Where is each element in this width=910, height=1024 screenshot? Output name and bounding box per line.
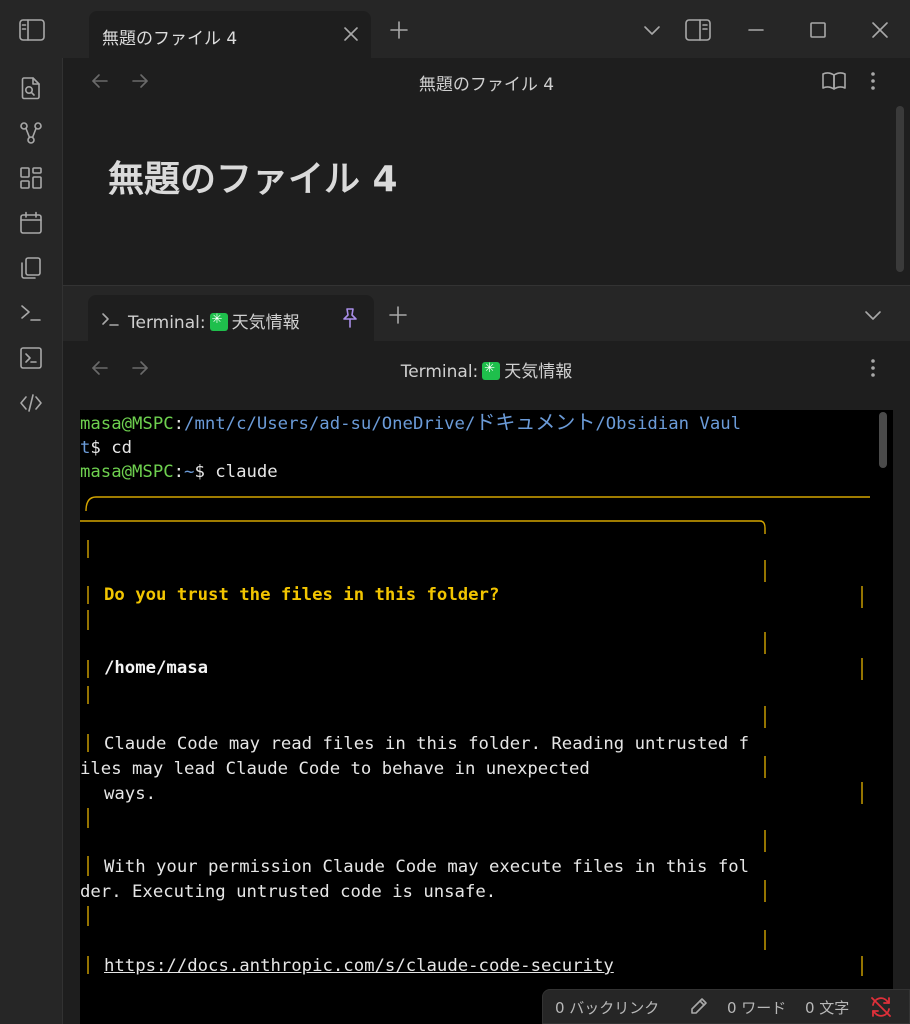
- dialog-text: With your permission Claude Code may exe…: [104, 857, 750, 877]
- tab-untitled-file[interactable]: 無題のファイル 4: [89, 11, 371, 58]
- editor-pane: 無題のファイル 4 無題のファイル 4: [63, 58, 910, 285]
- view-header-title[interactable]: 無題のファイル 4: [63, 70, 910, 95]
- maximize-icon[interactable]: [806, 18, 830, 42]
- dialog-text: der. Executing untrusted code is unsafe.: [80, 882, 497, 902]
- pin-icon[interactable]: [340, 307, 360, 329]
- dialog-text: iles may lead Claude Code to behave in u…: [80, 759, 590, 779]
- book-open-icon[interactable]: [821, 69, 847, 93]
- more-options-icon[interactable]: [863, 69, 883, 93]
- calendar-icon[interactable]: [18, 210, 44, 236]
- sparkle-badge-icon: [209, 312, 228, 331]
- status-bar: 0 バックリンク 0 ワード 0 文字: [542, 989, 910, 1024]
- right-sidebar-toggle-icon[interactable]: [684, 18, 712, 42]
- terminal-scrollbar[interactable]: [879, 412, 887, 468]
- chevron-down-icon[interactable]: [642, 20, 662, 40]
- dialog-text: Claude Code may read files in this folde…: [104, 734, 750, 754]
- title-bar: 無題のファイル 4: [0, 0, 910, 58]
- graph-view-icon[interactable]: [18, 120, 44, 146]
- backlinks-count[interactable]: 0 バックリンク: [555, 997, 659, 1018]
- copy-files-icon[interactable]: [18, 255, 44, 281]
- tab-label: Terminal:天気情報: [128, 308, 300, 333]
- close-window-icon[interactable]: [868, 18, 892, 42]
- tab-terminal[interactable]: Terminal:天気情報: [88, 295, 374, 342]
- chevron-down-icon[interactable]: [863, 305, 883, 325]
- dialog-question: Do you trust the files in this folder?: [104, 585, 500, 605]
- dialog-text: ways.: [104, 784, 157, 804]
- code-brackets-icon[interactable]: [18, 390, 44, 416]
- minimize-icon[interactable]: [744, 18, 768, 42]
- inline-title[interactable]: 無題のファイル 4: [108, 150, 398, 202]
- editor-scrollbar[interactable]: [896, 106, 904, 272]
- sparkle-badge-icon: [482, 361, 501, 380]
- close-tab-icon[interactable]: [341, 24, 361, 44]
- dialog-path: /home/masa: [104, 658, 209, 678]
- terminal-output[interactable]: masa@MSPC:/mnt/c/Users/ad-su/OneDrive/ドキ…: [80, 410, 893, 1024]
- new-tab-plus-icon[interactable]: [387, 304, 409, 326]
- terminal-window-icon[interactable]: [18, 345, 44, 371]
- security-docs-link[interactable]: https://docs.anthropic.com/s/claude-code…: [104, 954, 614, 978]
- file-search-icon[interactable]: [18, 75, 44, 101]
- terminal-view: Terminal:天気情報 masa@MSPC:/mnt/c/Users/ad-…: [63, 341, 910, 1024]
- more-options-icon[interactable]: [863, 356, 883, 380]
- left-sidebar-toggle-icon[interactable]: [18, 18, 46, 42]
- new-tab-plus-icon[interactable]: [388, 19, 410, 41]
- ribbon: [0, 58, 63, 1024]
- canvas-grid-icon[interactable]: [18, 165, 44, 191]
- pencil-edit-icon[interactable]: [689, 996, 709, 1016]
- sync-error-icon[interactable]: [869, 995, 893, 1019]
- bottom-tab-bar: Terminal:天気情報: [63, 285, 910, 342]
- dialog-border: [80, 496, 870, 976]
- terminal-prompt-icon: [100, 309, 122, 329]
- tab-label: 無題のファイル 4: [102, 29, 238, 49]
- view-header-title[interactable]: Terminal:天気情報: [63, 357, 910, 382]
- character-count: 0 文字: [805, 999, 850, 1017]
- word-count: 0 ワード: [727, 999, 787, 1017]
- terminal-prompt-icon[interactable]: [18, 300, 44, 326]
